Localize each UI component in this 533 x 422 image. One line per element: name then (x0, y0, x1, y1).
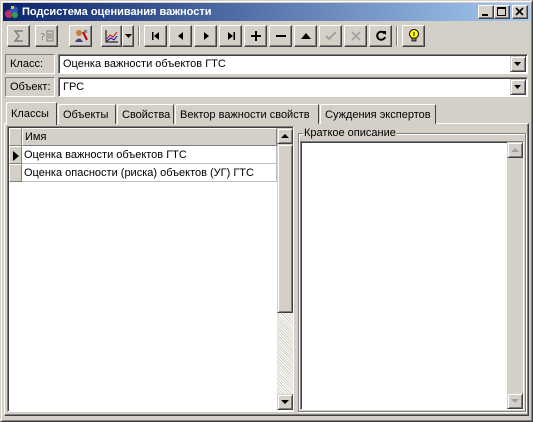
chevron-down-icon (124, 34, 132, 38)
current-row-arrow-icon (13, 151, 19, 161)
row-indicator (9, 146, 22, 164)
chart-icon (105, 30, 118, 43)
object-select-value: ГРС (63, 81, 85, 93)
insert-record-button[interactable] (244, 25, 267, 47)
plus-icon (250, 31, 261, 41)
description-label: Краткое описание (303, 127, 397, 139)
toolbar: ? (5, 24, 528, 50)
arrow-up-icon (281, 134, 289, 138)
user-settings-button[interactable] (69, 25, 92, 47)
grid-cell-name[interactable]: Оценка важности объектов ГТС (22, 146, 277, 164)
tab-objects[interactable]: Объекты (58, 104, 116, 124)
delete-record-button[interactable] (269, 25, 292, 47)
last-record-button[interactable] (219, 25, 242, 47)
arrow-down-icon (511, 399, 519, 403)
svg-text:?: ? (40, 32, 45, 43)
cancel-x-icon (350, 31, 361, 41)
sum-icon (12, 30, 23, 42)
refresh-icon (375, 30, 386, 41)
column-header-name[interactable]: Имя (22, 128, 277, 146)
scroll-thumb[interactable] (277, 144, 293, 313)
class-dropdown-button[interactable] (510, 56, 526, 72)
memo-scroll-up-button[interactable] (507, 142, 523, 158)
first-record-button[interactable] (144, 25, 167, 47)
scroll-down-button[interactable] (277, 394, 293, 410)
memo-scrollbar[interactable] (507, 142, 523, 409)
grid-indicator-header (9, 128, 22, 146)
prior-record-icon (177, 32, 183, 40)
class-label: Класс: (5, 54, 55, 74)
triangle-up-icon (300, 33, 311, 39)
title-bar[interactable]: Подсистема оценивания важности (3, 3, 530, 21)
lightbulb-icon (408, 29, 419, 42)
row-indicator (9, 164, 22, 182)
next-record-button[interactable] (194, 25, 217, 47)
grid-cell-name[interactable]: Оценка опасности (риска) объектов (УГ) Г… (22, 164, 277, 182)
chevron-down-icon (514, 85, 521, 89)
minimize-button[interactable] (478, 5, 494, 19)
edit-record-button[interactable] (294, 25, 317, 47)
grid-scrollbar[interactable] (277, 128, 293, 410)
memo-scroll-down-button[interactable] (507, 393, 523, 409)
object-dropdown-button[interactable] (510, 79, 526, 95)
next-record-icon (203, 32, 209, 40)
toolbar-separator (138, 26, 140, 46)
table-row[interactable]: Оценка опасности (риска) объектов (УГ) Г… (9, 164, 277, 182)
object-row: Объект: ГРС (5, 76, 528, 98)
app-icon[interactable] (4, 4, 20, 20)
maximize-icon (497, 7, 506, 16)
class-row: Класс: Оценка важности объектов ГТС (5, 53, 528, 75)
class-select[interactable]: Оценка важности объектов ГТС (58, 54, 528, 74)
minus-icon (275, 35, 286, 37)
arrow-up-icon (511, 148, 519, 152)
chevron-down-icon (514, 62, 521, 66)
toolbar-separator (396, 26, 398, 46)
scroll-up-button[interactable] (277, 128, 293, 144)
classes-grid[interactable]: Имя Оценка важности объектов ГТС Оценка … (7, 126, 294, 412)
user-settings-icon (74, 30, 88, 42)
chart-dropdown-button[interactable] (122, 25, 134, 47)
tab-properties[interactable]: Свойства (117, 104, 174, 124)
cancel-record-button[interactable] (344, 25, 367, 47)
minimize-icon (482, 14, 488, 16)
last-record-icon (227, 32, 235, 40)
table-row[interactable]: Оценка важности объектов ГТС (9, 146, 277, 164)
object-label: Объект: (5, 77, 55, 97)
refresh-button[interactable] (369, 25, 392, 47)
description-memo[interactable] (300, 141, 524, 410)
close-icon (515, 7, 524, 16)
tab-importance-vector[interactable]: Вектор важности свойств (175, 104, 319, 124)
class-select-value: Оценка важности объектов ГТС (63, 58, 226, 70)
checkmark-icon (324, 31, 337, 41)
sum-button[interactable] (7, 25, 30, 47)
chart-button[interactable] (101, 25, 122, 47)
tab-expert-judgments[interactable]: Суждения экспертов (320, 104, 436, 124)
window-title: Подсистема оценивания важности (22, 6, 212, 18)
prior-record-button[interactable] (169, 25, 192, 47)
tab-strip: Классы Объекты Свойства Вектор важности … (4, 102, 529, 125)
hint-button[interactable] (402, 25, 425, 47)
tab-classes[interactable]: Классы (6, 102, 57, 125)
arrow-down-icon (281, 400, 289, 404)
question-list-button[interactable]: ? (35, 25, 58, 47)
grid-header: Имя (9, 128, 277, 146)
first-record-icon (151, 32, 159, 40)
question-list-icon: ? (40, 30, 53, 43)
maximize-button[interactable] (494, 5, 510, 19)
object-select[interactable]: ГРС (58, 77, 528, 97)
post-record-button[interactable] (319, 25, 342, 47)
close-button[interactable] (512, 5, 528, 19)
